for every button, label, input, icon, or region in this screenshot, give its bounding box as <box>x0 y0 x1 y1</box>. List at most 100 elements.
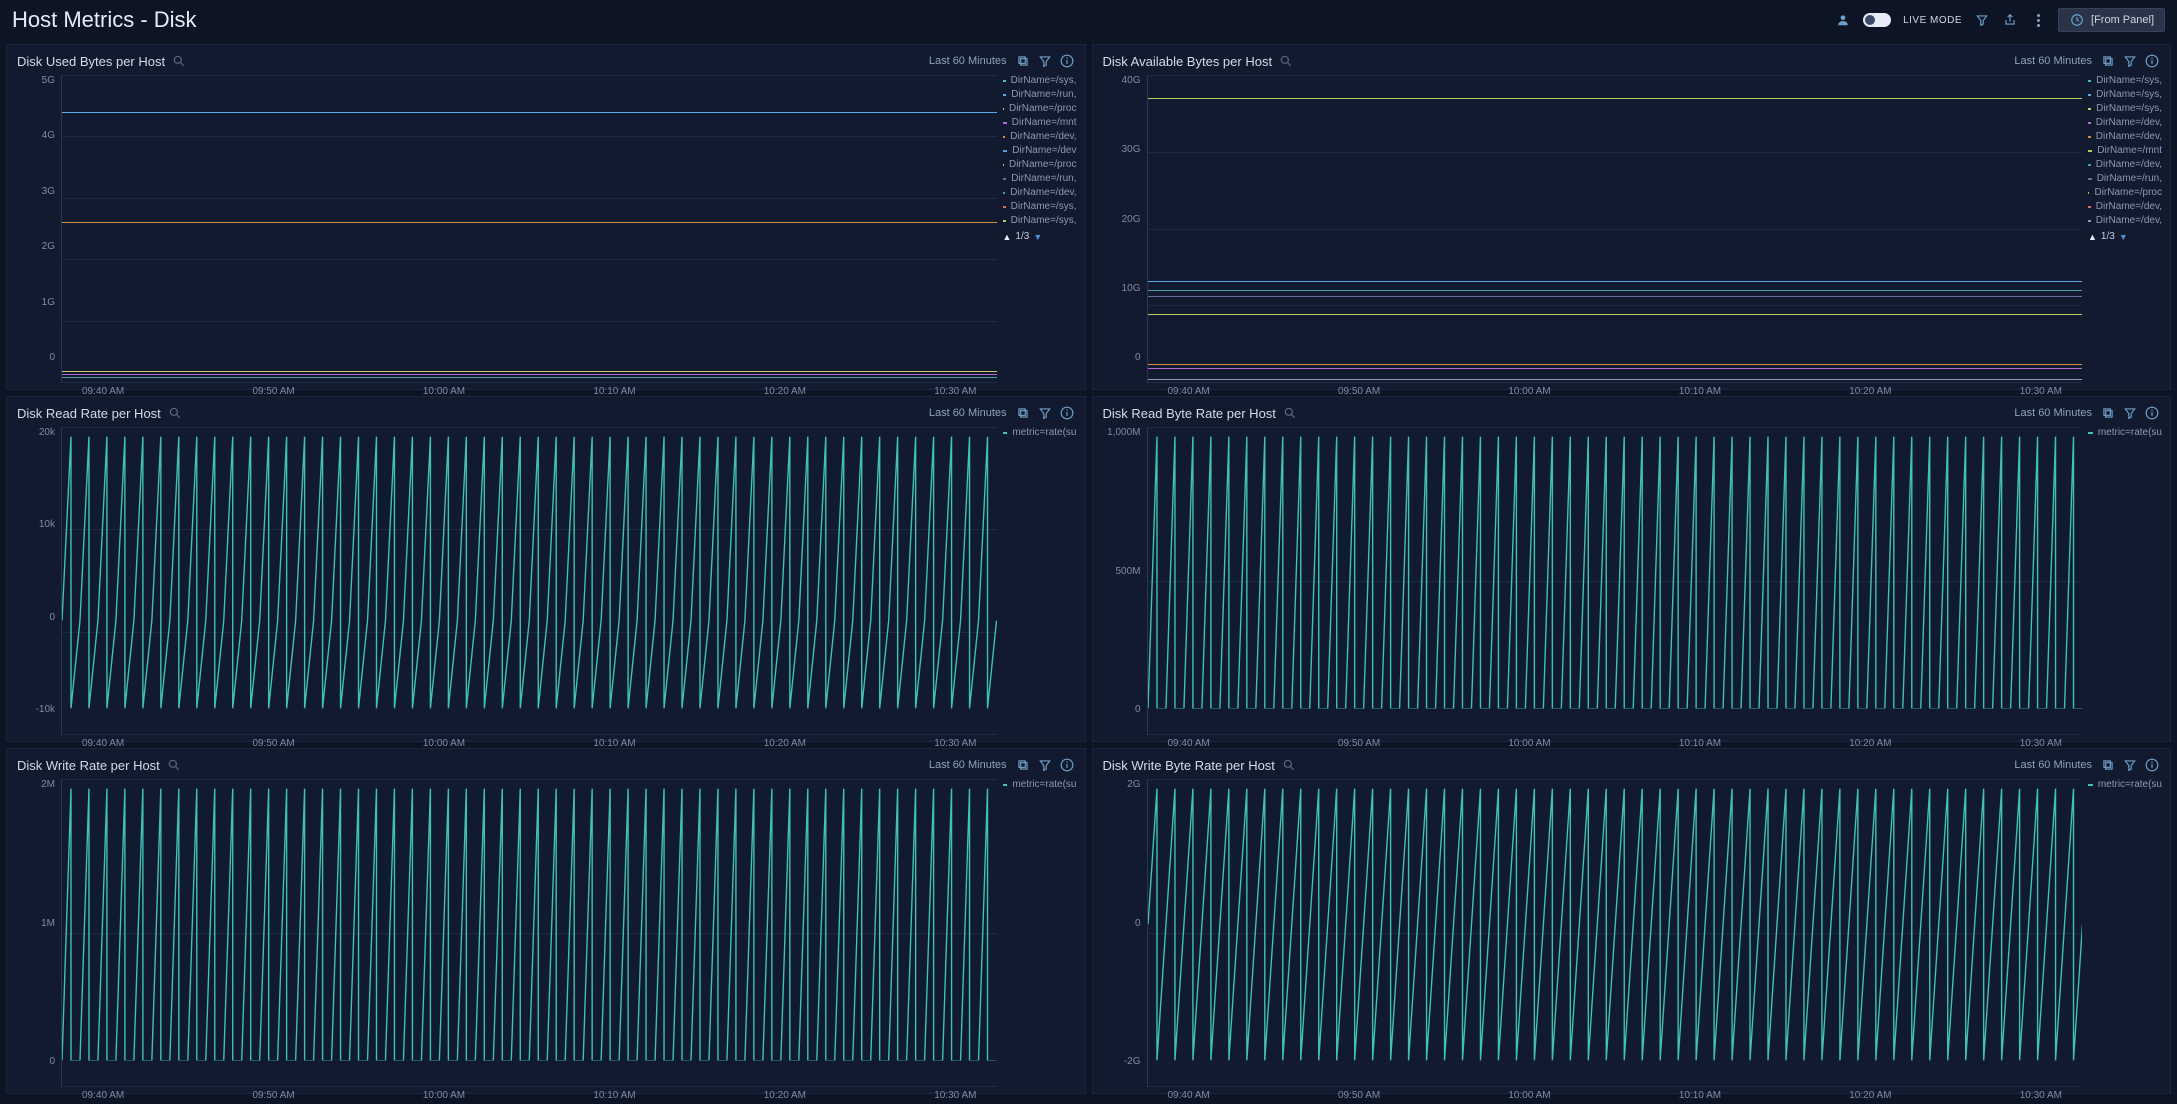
y-tick: 0 <box>49 612 55 623</box>
legend-label: metric=rate(su <box>2098 427 2162 438</box>
panel-title-text: Disk Available Bytes per Host <box>1103 54 1273 69</box>
filter-icon[interactable] <box>2122 405 2138 421</box>
live-mode-label: LIVE MODE <box>1903 15 1962 26</box>
legend-swatch <box>1003 784 1008 786</box>
legend-item[interactable]: DirName=/dev, <box>2088 117 2162 128</box>
filter-icon[interactable] <box>1037 757 1053 773</box>
legend-item[interactable]: metric=rate(su <box>1003 779 1077 790</box>
info-icon[interactable] <box>1059 757 1075 773</box>
magnify-icon[interactable] <box>166 757 182 773</box>
legend-swatch <box>2088 136 2091 138</box>
panel-disk-used: Disk Used Bytes per HostLast 60 Minutes5… <box>6 44 1086 390</box>
legend-item[interactable]: DirName=/proc <box>1003 103 1077 114</box>
copy-icon[interactable] <box>2100 405 2116 421</box>
magnify-icon[interactable] <box>1278 53 1294 69</box>
panel-title-text: Disk Used Bytes per Host <box>17 54 165 69</box>
legend-swatch <box>2088 192 2089 194</box>
legend-item[interactable]: DirName=/dev, <box>2088 215 2162 226</box>
legend-label: metric=rate(su <box>1012 427 1076 438</box>
legend-item[interactable]: DirName=/proc <box>1003 159 1077 170</box>
legend-prev-icon[interactable]: ▲ <box>2088 232 2097 242</box>
filter-icon[interactable] <box>1037 405 1053 421</box>
legend-item[interactable]: metric=rate(su <box>1003 427 1077 438</box>
info-icon[interactable] <box>2144 405 2160 421</box>
series-line <box>62 371 997 372</box>
copy-icon[interactable] <box>1015 53 1031 69</box>
copy-icon[interactable] <box>2100 53 2116 69</box>
legend-label: DirName=/dev, <box>2096 117 2162 128</box>
share-icon[interactable] <box>2002 12 2018 28</box>
legend-page: 1/3 <box>2101 231 2115 242</box>
x-tick: 09:50 AM <box>252 1090 294 1104</box>
y-tick: 1,000M <box>1107 427 1140 438</box>
legend-label: DirName=/dev, <box>2096 131 2162 142</box>
legend-prev-icon[interactable]: ▲ <box>1003 232 1012 242</box>
magnify-icon[interactable] <box>1281 757 1297 773</box>
legend-item[interactable]: DirName=/mnt <box>1003 117 1077 128</box>
info-icon[interactable] <box>1059 53 1075 69</box>
panel-disk-avail: Disk Available Bytes per HostLast 60 Min… <box>1092 44 2172 390</box>
legend-item[interactable]: DirName=/dev, <box>2088 159 2162 170</box>
legend-item[interactable]: DirName=/dev, <box>2088 201 2162 212</box>
legend-item[interactable]: DirName=/run, <box>1003 89 1077 100</box>
legend-item[interactable]: DirName=/sys, <box>2088 89 2162 100</box>
legend-item[interactable]: DirName=/sys, <box>2088 103 2162 114</box>
panel-time-range: Last 60 Minutes <box>929 407 1007 419</box>
series-line <box>1148 281 2083 282</box>
legend-swatch <box>2088 108 2091 110</box>
legend-label: DirName=/run, <box>1011 89 1076 100</box>
legend-item[interactable]: DirName=/sys, <box>2088 75 2162 86</box>
legend-item[interactable]: DirName=/dev <box>1003 145 1077 156</box>
x-tick: 09:40 AM <box>82 1090 124 1104</box>
time-range-button[interactable]: [From Panel] <box>2058 8 2165 32</box>
legend-item[interactable]: DirName=/proc <box>2088 187 2162 198</box>
legend-item[interactable]: DirName=/run, <box>1003 173 1077 184</box>
legend-label: DirName=/sys, <box>1011 201 1077 212</box>
y-tick: 2M <box>41 779 55 790</box>
y-tick: -2G <box>1124 1056 1141 1067</box>
filter-icon[interactable] <box>2122 53 2138 69</box>
y-tick: -10k <box>36 704 55 715</box>
legend-swatch <box>2088 122 2091 124</box>
legend-label: DirName=/sys, <box>2096 103 2162 114</box>
y-tick: 0 <box>1135 918 1141 929</box>
info-icon[interactable] <box>2144 757 2160 773</box>
legend-label: DirName=/run, <box>2097 173 2162 184</box>
legend-label: DirName=/dev, <box>2096 215 2162 226</box>
series-line <box>1148 368 2083 369</box>
copy-icon[interactable] <box>1015 405 1031 421</box>
legend-next-icon[interactable]: ▼ <box>1033 232 1042 242</box>
legend-item[interactable]: metric=rate(su <box>2088 427 2162 438</box>
copy-icon[interactable] <box>2100 757 2116 773</box>
copy-icon[interactable] <box>1015 757 1031 773</box>
live-mode-toggle[interactable] <box>1863 13 1891 27</box>
legend-item[interactable]: DirName=/sys, <box>1003 201 1077 212</box>
series-line <box>62 374 997 375</box>
more-menu-icon[interactable] <box>2030 12 2046 28</box>
legend-item[interactable]: metric=rate(su <box>2088 779 2162 790</box>
legend-item[interactable]: DirName=/sys, <box>1003 215 1077 226</box>
legend-item[interactable]: DirName=/run, <box>2088 173 2162 184</box>
filter-icon[interactable] <box>1974 12 1990 28</box>
x-tick: 10:00 AM <box>423 1090 465 1104</box>
filter-icon[interactable] <box>1037 53 1053 69</box>
magnify-icon[interactable] <box>1282 405 1298 421</box>
legend-swatch <box>1003 80 1006 82</box>
legend-item[interactable]: DirName=/sys, <box>1003 75 1077 86</box>
panel-title-text: Disk Read Rate per Host <box>17 406 161 421</box>
filter-icon[interactable] <box>2122 757 2138 773</box>
legend-item[interactable]: DirName=/mnt <box>2088 145 2162 156</box>
legend-label: DirName=/dev, <box>1010 131 1076 142</box>
magnify-icon[interactable] <box>167 405 183 421</box>
info-icon[interactable] <box>2144 53 2160 69</box>
y-tick: 4G <box>42 130 55 141</box>
magnify-icon[interactable] <box>171 53 187 69</box>
series-oscillation <box>62 431 997 714</box>
info-icon[interactable] <box>1059 405 1075 421</box>
legend-item[interactable]: DirName=/dev, <box>1003 187 1077 198</box>
legend-item[interactable]: DirName=/dev, <box>2088 131 2162 142</box>
legend-swatch <box>1003 178 1007 180</box>
x-tick: 10:10 AM <box>593 1090 635 1104</box>
legend-item[interactable]: DirName=/dev, <box>1003 131 1077 142</box>
legend-next-icon[interactable]: ▼ <box>2119 232 2128 242</box>
